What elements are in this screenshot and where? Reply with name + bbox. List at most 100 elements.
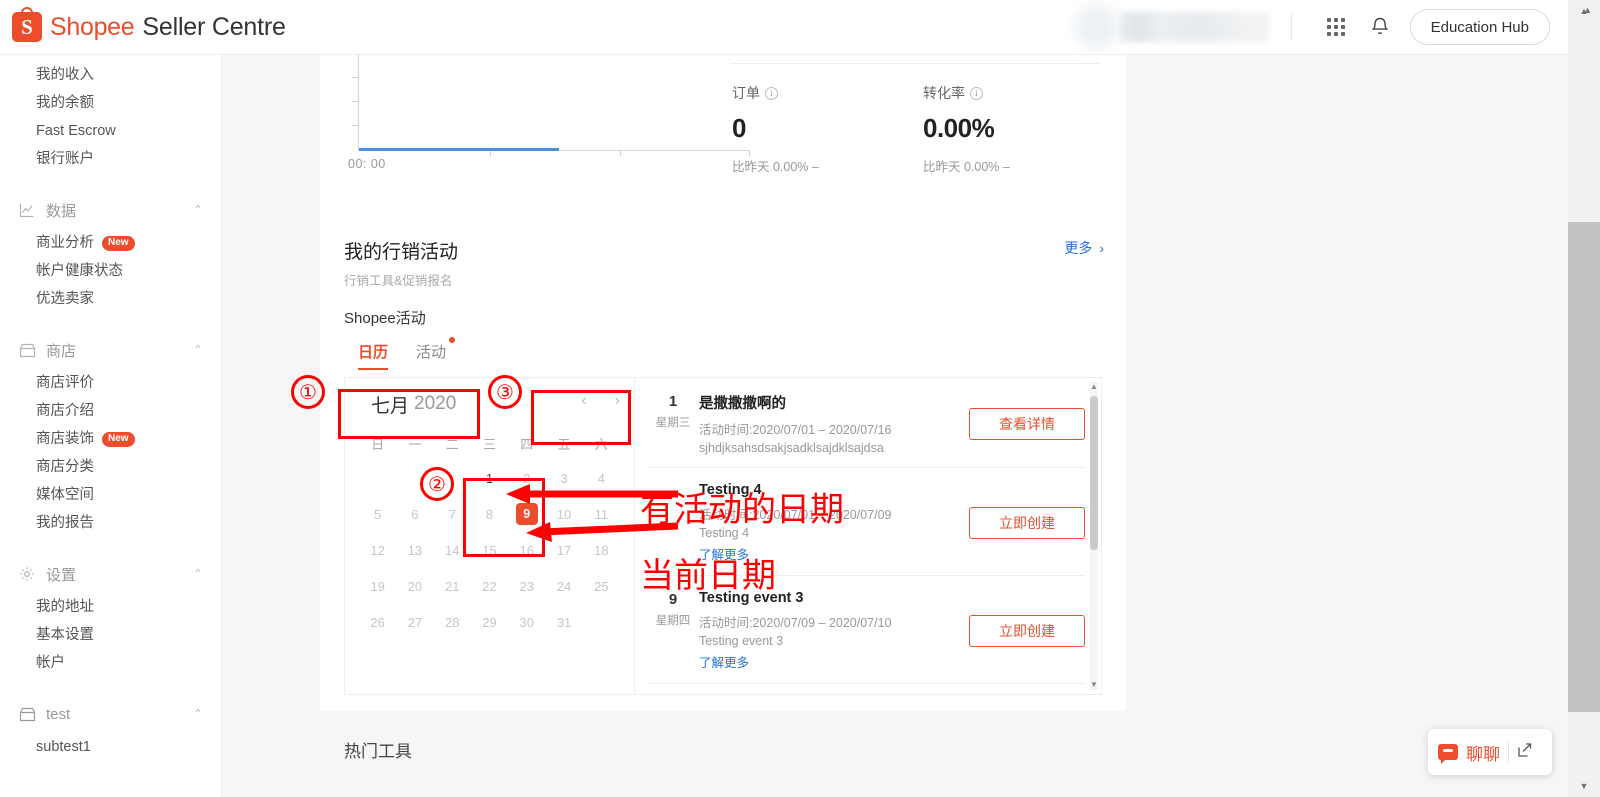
avatar[interactable] [1074, 5, 1119, 49]
sidebar-group-label: test [46, 705, 71, 723]
sidebar-item-my-address[interactable]: 我的地址 [0, 593, 221, 621]
sidebar-item-bank-account[interactable]: 银行账户 [0, 145, 221, 173]
sidebar-item-preferred-seller[interactable]: 优选卖家 [0, 285, 221, 313]
sidebar-item-shop-rating[interactable]: 商店评价 [0, 369, 221, 397]
calendar-day[interactable]: 2 [508, 460, 545, 496]
sidebar-group-data[interactable]: 数据 ⌃ [0, 191, 221, 229]
event-learn-more-link[interactable]: 了解更多 [699, 652, 961, 671]
event-list-scrollbar[interactable]: ▲ ▼ [1090, 382, 1098, 690]
tab-activities[interactable]: 活动 [416, 337, 456, 370]
calendar-day[interactable]: 1 [471, 460, 508, 496]
sidebar-item-media-space[interactable]: 媒体空间 [0, 481, 221, 509]
calendar-grid: 日 一 二 三 四 五 六 1 2 3 4 5 6 7 8 9 10 11 12 13 14 15 16 17 1… [345, 430, 634, 640]
calendar-day[interactable]: 10 [545, 496, 582, 532]
calendar-day[interactable]: 14 [434, 532, 471, 568]
today-traffic-chart: 00: 00 [340, 55, 760, 205]
sidebar-item-business-analytics[interactable]: 商业分析 New [0, 229, 221, 257]
expand-arrow-icon[interactable] [1517, 742, 1533, 762]
sidebar-group-settings[interactable]: 设置 ⌃ [0, 555, 221, 593]
apps-grid-icon[interactable] [1314, 7, 1358, 47]
event-action-button[interactable]: 查看详情 [969, 407, 1085, 440]
calendar-day[interactable]: 29 [471, 604, 508, 640]
username-redacted[interactable] [1118, 12, 1269, 42]
sidebar-item-label: 我的余额 [36, 95, 94, 111]
sidebar-item-fast-escrow[interactable]: Fast Escrow [0, 117, 221, 145]
sidebar-group-test[interactable]: test ⌃ [0, 695, 221, 733]
sidebar-item-my-reports[interactable]: 我的报告 [0, 509, 221, 537]
chart-y-tick [352, 77, 359, 78]
calendar-day[interactable]: 24 [545, 568, 582, 604]
calendar-day[interactable]: 25 [583, 568, 620, 604]
calendar-day[interactable]: 12 [359, 532, 396, 568]
calendar-year-label: 2020 [414, 393, 457, 414]
scrollbar-down-arrow[interactable]: ▼ [1568, 775, 1600, 797]
sidebar-item-my-balance[interactable]: 我的余额 [0, 89, 221, 117]
sidebar-item-subtest1[interactable]: subtest1 [0, 733, 221, 761]
event-name: Testing 4 [699, 482, 762, 498]
event-item[interactable]: 1 星期三 是撒撒撒啊的 活动时间:2020/07/01 – 2020/07/16 sj… [647, 378, 1085, 467]
calendar-day[interactable]: 20 [396, 568, 433, 604]
metric-value: 0 [732, 113, 746, 143]
tab-calendar[interactable]: 日历 [358, 341, 389, 370]
calendar-day[interactable]: 23 [508, 568, 545, 604]
calendar-day[interactable]: 17 [545, 532, 582, 568]
header-scroll-up-arrow[interactable]: ▲ [1583, 5, 1592, 15]
notification-bell-icon[interactable] [1358, 7, 1402, 47]
calendar-day[interactable]: 31 [545, 604, 582, 640]
dow-label: 三 [482, 437, 496, 452]
calendar-day[interactable]: 15 [471, 532, 508, 568]
sidebar-item-my-income[interactable]: 我的收入 [0, 61, 221, 89]
sidebar-item-account[interactable]: 帐户 [0, 649, 221, 677]
calendar-prev-month-button[interactable]: ‹ [581, 392, 586, 410]
calendar-nav: ‹ › [581, 392, 620, 410]
calendar-day-today[interactable]: 9 [508, 496, 545, 532]
browser-scrollbar[interactable]: ▲ ▼ [1568, 0, 1600, 797]
scrollbar-thumb[interactable] [1568, 222, 1600, 712]
calendar-week-row: 1234 [359, 460, 620, 496]
calendar-day[interactable]: 22 [471, 568, 508, 604]
event-item[interactable]: 9 星期四 Testing event 3 活动时间:2020/07/09 – 202… [647, 575, 1085, 683]
sidebar-item-account-health[interactable]: 帐户健康状态 [0, 257, 221, 285]
chat-widget[interactable]: 聊聊 [1428, 729, 1552, 775]
calendar-day[interactable]: 30 [508, 604, 545, 640]
event-item[interactable]: Testing event 2活动时间:2020/07/09 – 2020/07… [647, 683, 1085, 694]
event-action-button[interactable]: 立即创建 [969, 506, 1085, 539]
calendar-day[interactable]: 26 [359, 604, 396, 640]
calendar-day[interactable]: 18 [583, 532, 620, 568]
calendar-day[interactable]: 27 [396, 604, 433, 640]
sidebar-item-shop-decoration[interactable]: 商店装饰 New [0, 425, 221, 453]
dow-label: 六 [594, 437, 608, 452]
calendar-day[interactable]: 11 [583, 496, 620, 532]
calendar-day[interactable]: 5 [359, 496, 396, 532]
calendar-day[interactable]: 19 [359, 568, 396, 604]
calendar-day[interactable]: 6 [396, 496, 433, 532]
sidebar-item-basic-settings[interactable]: 基本设置 [0, 621, 221, 649]
sidebar-item-shop-categories[interactable]: 商店分类 [0, 453, 221, 481]
info-icon[interactable]: i [970, 86, 983, 100]
event-item[interactable]: Testing 4 活动时间:2020/07/01 – 2020/07/09 Tes… [647, 467, 1085, 575]
calendar-day[interactable]: 4 [583, 460, 620, 496]
event-list-container: 1 星期三 是撒撒撒啊的 活动时间:2020/07/01 – 2020/07/16 sj… [635, 378, 1101, 694]
sidebar-item-shop-intro[interactable]: 商店介绍 [0, 397, 221, 425]
scroll-down-arrow[interactable]: ▼ [1090, 680, 1098, 690]
event-learn-more-link[interactable]: 了解更多 [699, 544, 961, 563]
left-sidebar[interactable]: 我的收入 我的余额 Fast Escrow 银行账户 数据 ⌃ 商业分析 New… [0, 55, 222, 797]
education-hub-button[interactable]: Education Hub [1409, 9, 1550, 45]
info-icon[interactable]: i [765, 86, 778, 100]
scroll-up-arrow[interactable]: ▲ [1090, 382, 1098, 392]
scroll-thumb[interactable] [1090, 396, 1098, 550]
sidebar-group-shop[interactable]: 商店 ⌃ [0, 331, 221, 369]
calendar-day[interactable]: 13 [396, 532, 433, 568]
event-action-button[interactable]: 立即创建 [969, 614, 1085, 647]
sidebar-item-label: 优选卖家 [36, 291, 94, 307]
brand-logo[interactable]: S Shopee Seller Centre [0, 7, 286, 42]
calendar-day[interactable]: 16 [508, 532, 545, 568]
calendar-next-month-button[interactable]: › [615, 392, 620, 410]
calendar-day[interactable]: 7 [434, 496, 471, 532]
calendar-day[interactable]: 21 [434, 568, 471, 604]
calendar-day[interactable]: 28 [434, 604, 471, 640]
calendar-day[interactable]: 3 [545, 460, 582, 496]
calendar-day[interactable]: 8 [471, 496, 508, 532]
event-list[interactable]: 1 星期三 是撒撒撒啊的 活动时间:2020/07/01 – 2020/07/16 sj… [635, 378, 1101, 694]
more-link[interactable]: 更多 › [1064, 238, 1104, 258]
